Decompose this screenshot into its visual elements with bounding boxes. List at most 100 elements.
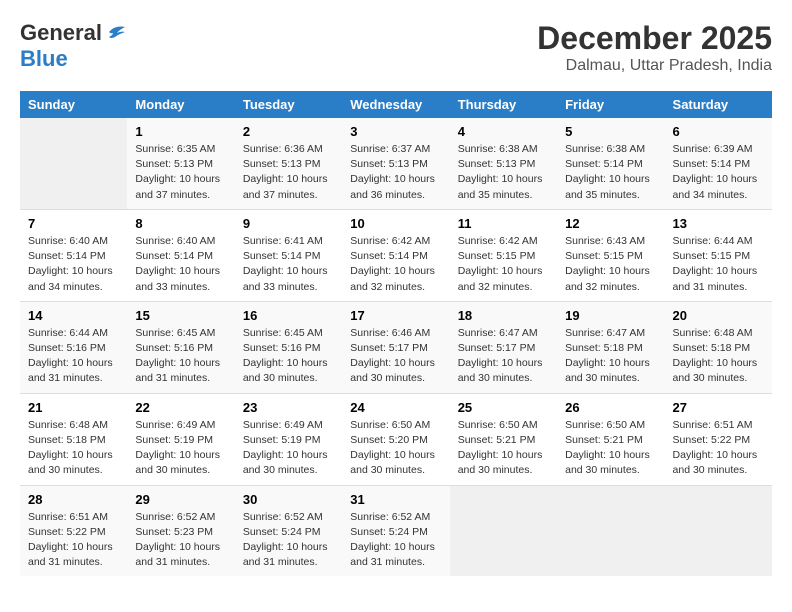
day-info: Sunrise: 6:38 AMSunset: 5:13 PMDaylight:…	[458, 142, 549, 203]
calendar-cell	[665, 485, 772, 576]
title-area: December 2025 Dalmau, Uttar Pradesh, Ind…	[537, 20, 772, 75]
day-number: 18	[458, 308, 549, 323]
column-header-friday: Friday	[557, 91, 664, 118]
day-number: 14	[28, 308, 119, 323]
logo-blue-text: Blue	[20, 46, 68, 72]
day-number: 23	[243, 400, 334, 415]
column-header-tuesday: Tuesday	[235, 91, 342, 118]
column-header-sunday: Sunday	[20, 91, 127, 118]
day-number: 28	[28, 492, 119, 507]
day-info: Sunrise: 6:45 AMSunset: 5:16 PMDaylight:…	[135, 326, 226, 387]
day-number: 31	[350, 492, 441, 507]
calendar-cell: 28 Sunrise: 6:51 AMSunset: 5:22 PMDayligh…	[20, 485, 127, 576]
calendar-cell: 1Sunrise: 6:35 AMSunset: 5:13 PMDaylight…	[127, 118, 234, 209]
day-info: Sunrise: 6:46 AMSunset: 5:17 PMDaylight:…	[350, 326, 441, 387]
day-info: Sunrise: 6:49 AMSunset: 5:19 PMDaylight:…	[243, 418, 334, 479]
calendar-week-row: 28 Sunrise: 6:51 AMSunset: 5:22 PMDayligh…	[20, 485, 772, 576]
day-info: Sunrise: 6:52 AMSunset: 5:24 PMDaylight:…	[243, 510, 334, 571]
day-number: 27	[673, 400, 764, 415]
calendar-cell	[557, 485, 664, 576]
calendar-week-row: 21Sunrise: 6:48 AMSunset: 5:18 PMDayligh…	[20, 393, 772, 485]
day-info: Sunrise: 6:52 AMSunset: 5:23 PMDaylight:…	[135, 510, 226, 571]
calendar-cell: 24Sunrise: 6:50 AMSunset: 5:20 PMDayligh…	[342, 393, 449, 485]
day-info: Sunrise: 6:45 AMSunset: 5:16 PMDaylight:…	[243, 326, 334, 387]
day-number: 4	[458, 124, 549, 139]
calendar-cell: 4 Sunrise: 6:38 AMSunset: 5:13 PMDaylight…	[450, 118, 557, 209]
day-number: 22	[135, 400, 226, 415]
calendar-cell: 7 Sunrise: 6:40 AMSunset: 5:14 PMDaylight…	[20, 209, 127, 301]
day-info: Sunrise: 6:38 AMSunset: 5:14 PMDaylight:…	[565, 142, 656, 203]
day-info: Sunrise: 6:36 AMSunset: 5:13 PMDaylight:…	[243, 142, 334, 203]
calendar-cell: 8Sunrise: 6:40 AMSunset: 5:14 PMDaylight…	[127, 209, 234, 301]
column-header-monday: Monday	[127, 91, 234, 118]
logo-general-text: General	[20, 20, 102, 46]
calendar-cell: 2 Sunrise: 6:36 AMSunset: 5:13 PMDaylight…	[235, 118, 342, 209]
calendar-cell: 6Sunrise: 6:39 AMSunset: 5:14 PMDaylight…	[665, 118, 772, 209]
day-number: 7	[28, 216, 119, 231]
calendar-cell: 13 Sunrise: 6:44 AMSunset: 5:15 PMDayligh…	[665, 209, 772, 301]
day-info: Sunrise: 6:47 AMSunset: 5:18 PMDaylight:…	[565, 326, 656, 387]
day-number: 25	[458, 400, 549, 415]
day-info: Sunrise: 6:43 AMSunset: 5:15 PMDaylight:…	[565, 234, 656, 295]
day-number: 24	[350, 400, 441, 415]
calendar-week-row: 14 Sunrise: 6:44 AMSunset: 5:16 PMDayligh…	[20, 301, 772, 393]
day-number: 1	[135, 124, 226, 139]
day-number: 21	[28, 400, 119, 415]
calendar-cell: 19 Sunrise: 6:47 AMSunset: 5:18 PMDayligh…	[557, 301, 664, 393]
day-number: 3	[350, 124, 441, 139]
calendar-cell: 16Sunrise: 6:45 AMSunset: 5:16 PMDayligh…	[235, 301, 342, 393]
day-info: Sunrise: 6:48 AMSunset: 5:18 PMDaylight:…	[673, 326, 764, 387]
day-number: 26	[565, 400, 656, 415]
calendar-cell: 23 Sunrise: 6:49 AMSunset: 5:19 PMDayligh…	[235, 393, 342, 485]
day-info: Sunrise: 6:41 AMSunset: 5:14 PMDaylight:…	[243, 234, 334, 295]
page-header: General Blue December 2025 Dalmau, Uttar…	[20, 20, 772, 75]
day-number: 20	[673, 308, 764, 323]
calendar-cell: 26 Sunrise: 6:50 AMSunset: 5:21 PMDayligh…	[557, 393, 664, 485]
calendar-cell: 5 Sunrise: 6:38 AMSunset: 5:14 PMDaylight…	[557, 118, 664, 209]
day-info: Sunrise: 6:40 AMSunset: 5:14 PMDaylight:…	[28, 234, 119, 295]
calendar-cell: 9 Sunrise: 6:41 AMSunset: 5:14 PMDaylight…	[235, 209, 342, 301]
calendar-table: SundayMondayTuesdayWednesdayThursdayFrid…	[20, 91, 772, 576]
calendar-cell: 20 Sunrise: 6:48 AMSunset: 5:18 PMDayligh…	[665, 301, 772, 393]
day-info: Sunrise: 6:39 AMSunset: 5:14 PMDaylight:…	[673, 142, 764, 203]
calendar-cell: 22Sunrise: 6:49 AMSunset: 5:19 PMDayligh…	[127, 393, 234, 485]
calendar-cell: 29 Sunrise: 6:52 AMSunset: 5:23 PMDayligh…	[127, 485, 234, 576]
calendar-cell	[20, 118, 127, 209]
day-number: 19	[565, 308, 656, 323]
day-info: Sunrise: 6:44 AMSunset: 5:16 PMDaylight:…	[28, 326, 119, 387]
calendar-week-row: 1Sunrise: 6:35 AMSunset: 5:13 PMDaylight…	[20, 118, 772, 209]
day-number: 9	[243, 216, 334, 231]
calendar-cell: 3 Sunrise: 6:37 AMSunset: 5:13 PMDaylight…	[342, 118, 449, 209]
day-number: 2	[243, 124, 334, 139]
logo-bird-icon	[105, 23, 127, 41]
day-number: 10	[350, 216, 441, 231]
day-info: Sunrise: 6:40 AMSunset: 5:14 PMDaylight:…	[135, 234, 226, 295]
day-info: Sunrise: 6:42 AMSunset: 5:14 PMDaylight:…	[350, 234, 441, 295]
calendar-cell: 21Sunrise: 6:48 AMSunset: 5:18 PMDayligh…	[20, 393, 127, 485]
calendar-cell: 11Sunrise: 6:42 AMSunset: 5:15 PMDayligh…	[450, 209, 557, 301]
day-number: 5	[565, 124, 656, 139]
day-info: Sunrise: 6:37 AMSunset: 5:13 PMDaylight:…	[350, 142, 441, 203]
calendar-cell: 30Sunrise: 6:52 AMSunset: 5:24 PMDayligh…	[235, 485, 342, 576]
calendar-cell: 27Sunrise: 6:51 AMSunset: 5:22 PMDayligh…	[665, 393, 772, 485]
day-info: Sunrise: 6:52 AMSunset: 5:24 PMDaylight:…	[350, 510, 441, 571]
day-number: 11	[458, 216, 549, 231]
column-header-saturday: Saturday	[665, 91, 772, 118]
day-info: Sunrise: 6:50 AMSunset: 5:21 PMDaylight:…	[458, 418, 549, 479]
calendar-cell	[450, 485, 557, 576]
day-info: Sunrise: 6:50 AMSunset: 5:21 PMDaylight:…	[565, 418, 656, 479]
day-info: Sunrise: 6:51 AMSunset: 5:22 PMDaylight:…	[28, 510, 119, 571]
day-info: Sunrise: 6:44 AMSunset: 5:15 PMDaylight:…	[673, 234, 764, 295]
calendar-cell: 15Sunrise: 6:45 AMSunset: 5:16 PMDayligh…	[127, 301, 234, 393]
day-number: 13	[673, 216, 764, 231]
calendar-header-row: SundayMondayTuesdayWednesdayThursdayFrid…	[20, 91, 772, 118]
day-number: 12	[565, 216, 656, 231]
day-info: Sunrise: 6:47 AMSunset: 5:17 PMDaylight:…	[458, 326, 549, 387]
calendar-cell: 14 Sunrise: 6:44 AMSunset: 5:16 PMDayligh…	[20, 301, 127, 393]
logo: General Blue	[20, 20, 127, 72]
column-header-thursday: Thursday	[450, 91, 557, 118]
day-number: 29	[135, 492, 226, 507]
calendar-cell: 31 Sunrise: 6:52 AMSunset: 5:24 PMDayligh…	[342, 485, 449, 576]
column-header-wednesday: Wednesday	[342, 91, 449, 118]
calendar-cell: 18 Sunrise: 6:47 AMSunset: 5:17 PMDayligh…	[450, 301, 557, 393]
